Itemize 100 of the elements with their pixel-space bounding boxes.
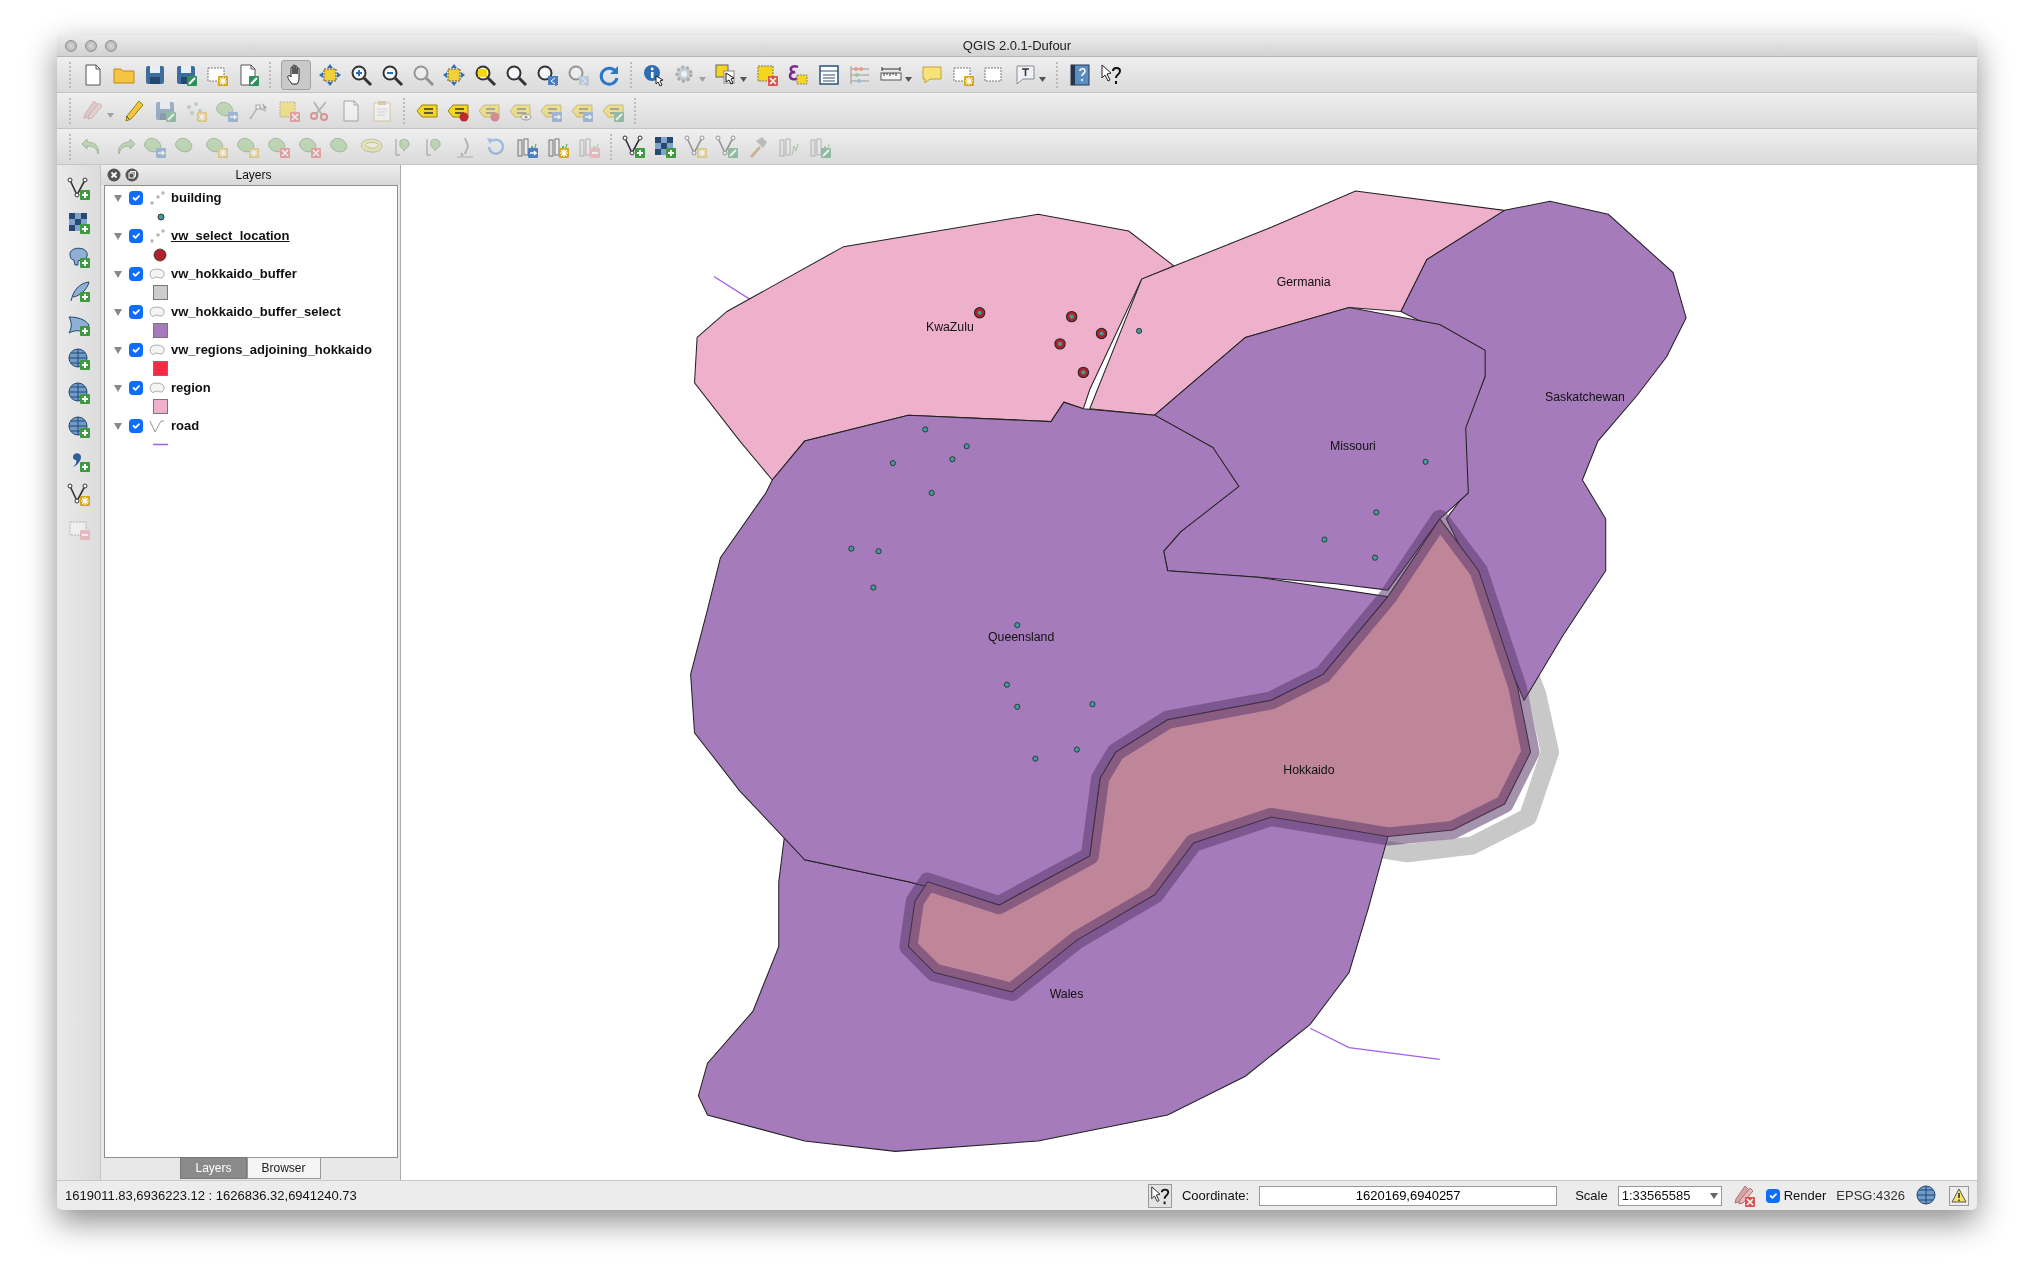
layer-checkbox[interactable] — [129, 342, 143, 357]
add-vector-icon[interactable] — [66, 177, 91, 201]
selected-point-marker — [1054, 338, 1066, 350]
scale-dropdown[interactable]: 1:33565585 — [1617, 1185, 1722, 1206]
expand-arrow-icon[interactable] — [113, 382, 123, 393]
zoom-full-icon[interactable] — [442, 62, 466, 87]
point-marker — [870, 584, 877, 591]
point-marker — [1073, 746, 1080, 753]
text-annotation-icon[interactable] — [1013, 62, 1047, 87]
layer-checkbox[interactable] — [129, 228, 143, 243]
expression-select-icon[interactable] — [786, 62, 810, 87]
window-title: QGIS 2.0.1-Dufour — [961, 36, 1073, 55]
polygon-layer-icon — [149, 266, 165, 281]
expand-arrow-icon[interactable] — [113, 192, 123, 203]
coordinate-toggle-icon[interactable] — [1147, 1183, 1172, 1208]
selected-point-marker — [1066, 310, 1078, 323]
layer-checkbox[interactable] — [129, 190, 143, 205]
point-marker — [1014, 703, 1021, 710]
pan-to-selection-icon[interactable] — [318, 62, 342, 87]
scale-label: Scale — [1575, 1186, 1608, 1205]
point-marker — [949, 456, 956, 463]
render-checkbox[interactable] — [1765, 1188, 1780, 1203]
add-globe-icon[interactable] — [66, 347, 91, 371]
coordinate-field[interactable]: 1620169,6940257 — [1259, 1185, 1558, 1206]
polygon-layer-icon — [149, 304, 165, 319]
expand-arrow-icon[interactable] — [113, 344, 123, 355]
selected-point-marker — [1077, 366, 1090, 379]
deselect-icon[interactable] — [755, 62, 779, 87]
layer-checkbox[interactable] — [129, 380, 143, 395]
expand-arrow-icon[interactable] — [113, 268, 123, 279]
render-label: Render — [1783, 1186, 1827, 1205]
stop-render-icon[interactable] — [1731, 1183, 1756, 1208]
whats-this-icon[interactable] — [1099, 62, 1123, 87]
new-layer-icon[interactable] — [66, 483, 91, 507]
layer-checkbox[interactable] — [129, 304, 143, 319]
layer-name[interactable]: road — [171, 415, 200, 436]
region-label: Missouri — [1330, 439, 1376, 454]
layer-name[interactable]: region — [171, 377, 211, 398]
selected-point-marker — [973, 307, 986, 319]
panel-title: Layers — [234, 167, 273, 184]
delete-selected-icon[interactable] — [277, 98, 301, 123]
add-raster-icon[interactable] — [66, 211, 91, 235]
point-marker — [1372, 554, 1378, 561]
point-marker — [1321, 536, 1328, 543]
select-icon[interactable] — [714, 62, 748, 87]
expand-arrow-icon[interactable] — [113, 420, 123, 431]
projection-icon[interactable] — [1915, 1183, 1939, 1208]
region-label: Queensland — [988, 629, 1055, 644]
point-marker — [1422, 458, 1429, 465]
add-raster-icon[interactable] — [653, 134, 677, 159]
pencil-icon[interactable] — [122, 98, 146, 123]
expand-arrow-icon[interactable] — [113, 230, 123, 241]
float-panel-icon[interactable] — [125, 168, 139, 182]
layer-name[interactable]: building — [171, 187, 222, 208]
caret-icon[interactable] — [1709, 1192, 1718, 1199]
point-marker — [922, 426, 929, 433]
point-marker — [889, 460, 896, 467]
region-label: KwaZulu — [925, 319, 974, 334]
attribute-table-icon[interactable] — [817, 62, 841, 87]
point-marker — [875, 548, 882, 555]
edit-vector-icon[interactable] — [715, 134, 739, 159]
extent-text: 1619011.83,6936223.12 : 1626836.32,6941240.73 — [65, 1186, 357, 1205]
close-window-button[interactable] — [65, 39, 77, 52]
region-label: Germania — [1276, 274, 1331, 289]
layer-checkbox[interactable] — [129, 418, 143, 433]
crs-text[interactable]: EPSG:4326 — [1836, 1185, 1905, 1206]
coordinate-label: Coordinate: — [1181, 1186, 1250, 1205]
layer-name[interactable]: vw_hokkaido_buffer — [171, 263, 297, 284]
point-marker — [1373, 509, 1380, 516]
point-layer-icon — [149, 228, 165, 243]
layer-checkbox[interactable] — [129, 266, 143, 281]
point-marker — [963, 443, 970, 450]
point-layer-icon — [149, 190, 165, 205]
layer-name[interactable]: vw_select_location — [171, 225, 290, 246]
region-label: Saskatchewan — [1545, 389, 1625, 404]
line-layer-icon — [149, 418, 165, 433]
warning-icon[interactable] — [1949, 1185, 1969, 1206]
new-vector-icon[interactable] — [684, 134, 708, 159]
layer-name[interactable]: vw_hokkaido_buffer_select — [171, 301, 341, 322]
help-icon[interactable] — [1068, 62, 1092, 87]
region-label: Wales — [1049, 987, 1084, 1002]
region-label: Hokkaido — [1283, 763, 1335, 778]
identify-icon[interactable] — [642, 62, 666, 87]
zoom-window-button[interactable] — [105, 39, 117, 52]
layer-name[interactable]: vw_regions_adjoining_hokkaido — [171, 339, 372, 360]
add-wfs-icon[interactable] — [66, 415, 91, 439]
add-vector-icon[interactable] — [622, 134, 646, 159]
point-marker — [928, 489, 935, 496]
minimize-window-button[interactable] — [85, 39, 97, 52]
polygon-layer-icon — [149, 342, 165, 357]
close-icon[interactable] — [107, 168, 121, 182]
point-marker — [848, 545, 855, 552]
add-wms-icon[interactable] — [66, 381, 91, 405]
expand-arrow-icon[interactable] — [113, 306, 123, 317]
panel-tab[interactable]: Browser — [246, 1157, 321, 1179]
point-marker — [1136, 327, 1143, 334]
add-database-icon[interactable] — [66, 245, 91, 269]
point-marker — [1089, 701, 1096, 708]
point-marker — [1003, 681, 1010, 688]
add-wedge-icon[interactable] — [66, 313, 91, 337]
